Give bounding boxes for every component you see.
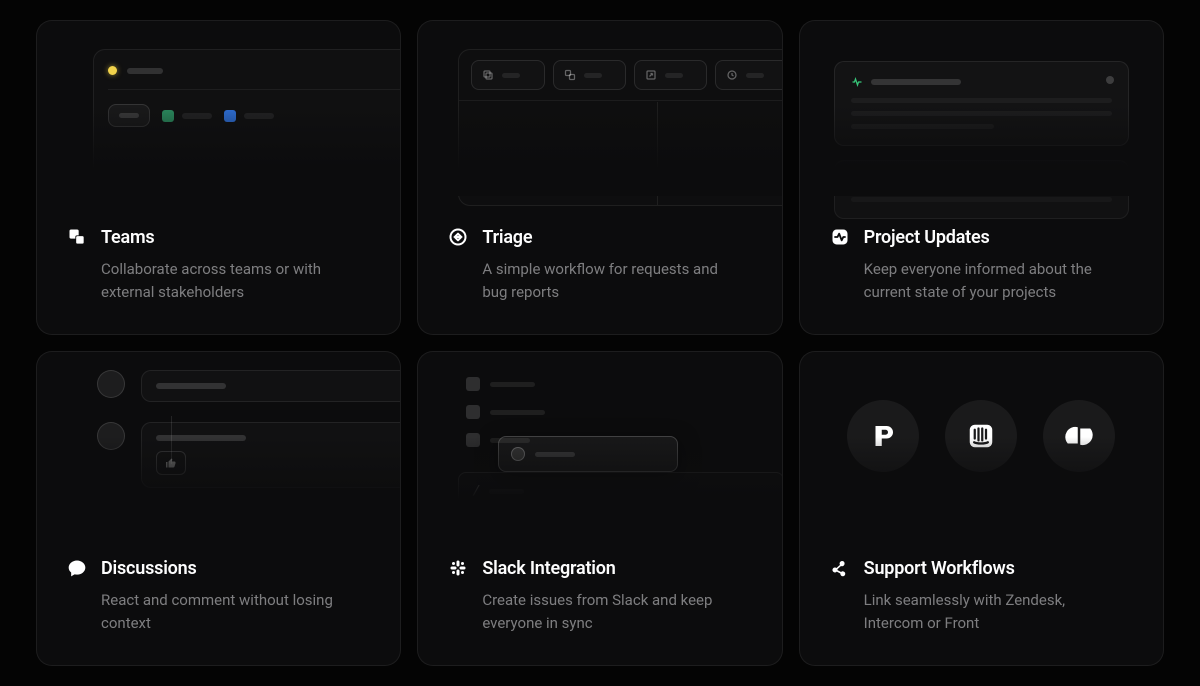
heartbeat-icon — [851, 76, 863, 88]
card-desc: A simple workflow for requests and bug r… — [448, 258, 728, 305]
duplicate-icon — [564, 69, 576, 81]
teams-icon — [67, 227, 87, 247]
card-desc: Create issues from Slack and keep everyo… — [448, 589, 728, 636]
discussions-illustration — [37, 352, 400, 527]
intercom-logo-icon — [945, 400, 1017, 472]
card-desc: React and comment without losing context — [67, 589, 347, 636]
triage-icon — [448, 227, 468, 247]
slack-command-input: / — [458, 472, 782, 510]
card-teams[interactable]: Teams Collaborate across teams or with e… — [36, 20, 401, 335]
slack-icon — [448, 558, 468, 578]
green-square-icon — [162, 110, 174, 122]
card-desc: Collaborate across teams or with externa… — [67, 258, 347, 305]
discussions-icon — [67, 558, 87, 578]
copy-icon — [482, 69, 494, 81]
lightbulb-icon — [108, 66, 117, 75]
feature-grid: Teams Collaborate across teams or with e… — [0, 0, 1200, 686]
card-title: Triage — [482, 227, 532, 248]
card-title: Teams — [101, 227, 155, 248]
avatar — [97, 422, 125, 450]
export-icon — [645, 69, 657, 81]
card-desc: Link seamlessly with Zendesk, Intercom o… — [830, 589, 1110, 636]
card-support-workflows[interactable]: Support Workflows Link seamlessly with Z… — [799, 351, 1164, 666]
project-updates-illustration — [800, 21, 1163, 196]
card-title: Support Workflows — [864, 558, 1015, 579]
card-slack-integration[interactable]: / Slack Integration — [417, 351, 782, 666]
heartbeat-alert-icon — [851, 175, 863, 187]
support-workflows-illustration — [800, 352, 1163, 527]
teams-illustration — [37, 21, 400, 196]
card-discussions[interactable]: Discussions React and comment without lo… — [36, 351, 401, 666]
card-title: Project Updates — [864, 227, 990, 248]
status-dot-icon — [511, 447, 525, 461]
project-updates-icon — [830, 227, 850, 247]
triage-illustration — [418, 21, 781, 196]
card-project-updates[interactable]: Project Updates Keep everyone informed a… — [799, 20, 1164, 335]
card-triage[interactable]: Triage A simple workflow for requests an… — [417, 20, 782, 335]
clock-icon — [726, 69, 738, 81]
zendesk-logo-icon — [1043, 400, 1115, 472]
card-title: Discussions — [101, 558, 197, 579]
blue-square-icon — [224, 110, 236, 122]
support-workflows-icon — [830, 558, 850, 578]
slack-illustration: / — [418, 352, 781, 527]
card-title: Slack Integration — [482, 558, 615, 579]
card-desc: Keep everyone informed about the current… — [830, 258, 1110, 305]
front-logo-icon — [847, 400, 919, 472]
avatar — [97, 370, 125, 398]
thumbs-up-reaction — [156, 451, 186, 475]
